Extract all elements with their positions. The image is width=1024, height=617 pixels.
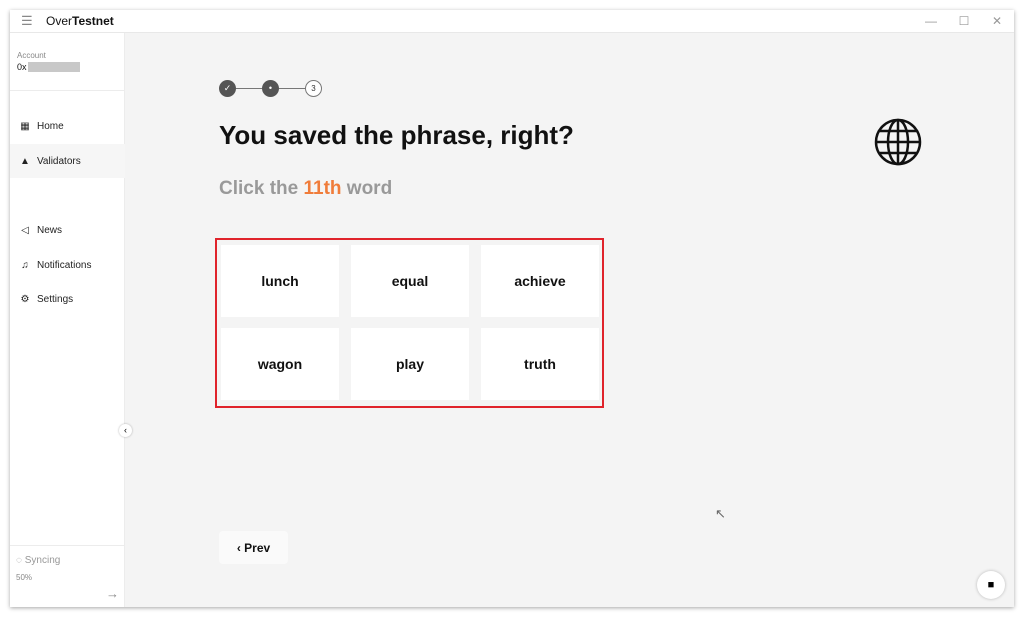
chat-button[interactable]: ■ (977, 571, 1005, 599)
word-option[interactable]: wagon (221, 328, 339, 400)
instruction-suffix: word (341, 178, 393, 199)
account-address[interactable]: 0x (17, 62, 124, 72)
instruction: Click the 11th word (219, 178, 392, 200)
app-window: ☰ OverTestnet — ☐ ✕ Account 0x ▦ Home ▲ Va… (10, 10, 1014, 607)
word-index: 11th (303, 178, 342, 199)
collapse-sidebar-button[interactable]: ‹ (119, 424, 132, 437)
gear-icon: ⚙ (20, 293, 30, 305)
minimize-button[interactable]: — (914, 10, 948, 33)
sidebar-item-label: Settings (37, 293, 74, 305)
chat-icon: ■ (987, 579, 995, 591)
arrow-right-icon[interactable]: → (106, 586, 119, 601)
word-option[interactable]: achieve (481, 245, 599, 317)
address-prefix: 0x (17, 62, 27, 72)
step-2-current: • (262, 80, 279, 97)
sidebar-item-label: News (37, 224, 63, 236)
app-title: OverTestnet (46, 14, 114, 28)
close-button[interactable]: ✕ (980, 10, 1014, 33)
account-label: Account (17, 51, 46, 60)
sync-label: Syncing (24, 555, 61, 566)
sidebar-item-validators[interactable]: ▲ Validators (10, 144, 125, 178)
sync-percent: 50% (16, 573, 33, 582)
word-option[interactable]: equal (351, 245, 469, 317)
megaphone-icon: ◁ (21, 224, 29, 236)
sidebar-item-label: Home (37, 120, 64, 132)
word-option[interactable]: truth (481, 328, 599, 400)
hamburger-menu-icon[interactable]: ☰ (21, 13, 35, 29)
title-bar: ☰ OverTestnet — ☐ ✕ (10, 10, 1014, 33)
account-section: Account 0x (10, 33, 124, 91)
bell-icon: ♫ (21, 259, 29, 271)
user-icon: ▲ (20, 155, 30, 167)
sidebar-item-label: Notifications (37, 259, 92, 271)
sidebar-item-label: Validators (37, 155, 81, 167)
chevron-left-icon: ‹ (236, 540, 245, 555)
word-choice-grid: lunch equal achieve wagon play truth (215, 238, 604, 408)
sidebar: Account 0x ▦ Home ▲ Validators ◁ News ♫ Noti… (10, 33, 125, 607)
sidebar-item-settings[interactable]: ⚙ Settings (10, 282, 125, 316)
grid-icon: ▦ (20, 120, 30, 132)
spinner-icon: ◌ (16, 555, 22, 566)
step-1-complete: ✓ (219, 80, 236, 97)
step-connector (236, 88, 262, 89)
globe-icon (874, 118, 922, 166)
step-3: 3 (305, 80, 322, 97)
instruction-prefix: Click the (219, 178, 304, 199)
sync-status: ◌ Syncing 50% → (10, 545, 125, 601)
mouse-cursor-icon: ↖ (715, 506, 726, 521)
address-redacted (27, 62, 80, 72)
stepper: ✓ • 3 (219, 80, 322, 97)
step-connector (279, 88, 305, 89)
sidebar-item-home[interactable]: ▦ Home (10, 109, 125, 143)
prev-label: Prev (244, 540, 271, 555)
word-option[interactable]: play (351, 328, 469, 400)
prev-button[interactable]: ‹ Prev (219, 531, 288, 564)
sidebar-item-news[interactable]: ◁ News (10, 213, 125, 247)
maximize-button[interactable]: ☐ (947, 10, 981, 33)
page-title: You saved the phrase, right? (219, 120, 574, 150)
sidebar-item-notifications[interactable]: ♫ Notifications (10, 248, 125, 282)
word-option[interactable]: lunch (221, 245, 339, 317)
